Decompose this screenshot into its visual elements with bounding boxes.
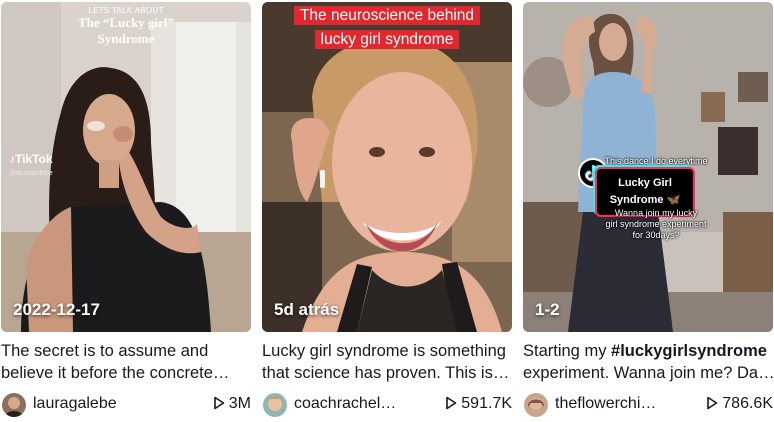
caption-line: Starting my #luckygirlsyndrome — [523, 340, 773, 362]
overlay-line: for 30days? — [632, 230, 680, 240]
caption-text: Starting my — [523, 342, 612, 360]
video-caption[interactable]: Lucky girl syndrome is something that sc… — [262, 340, 512, 384]
video-meta: theflowerchi… 786.6K — [523, 392, 773, 418]
video-date: 2022-12-17 — [13, 300, 100, 319]
video-thumbnail[interactable]: LETS TALK ABOUT The “Lucky girl” Syndrom… — [1, 2, 251, 332]
overlay-line: girl syndrome experiment — [605, 219, 707, 229]
video-thumbnail[interactable]: This dance I do everytime Lucky Girl Syn… — [523, 2, 773, 332]
video-card[interactable]: LETS TALK ABOUT The “Lucky girl” Syndrom… — [1, 0, 251, 422]
play-icon — [213, 396, 225, 410]
video-meta: coachrachel… 591.7K — [262, 392, 512, 418]
view-count: 3M — [213, 395, 251, 413]
overlay-title: The “Lucky girl” Syndrome — [1, 15, 251, 47]
caption-line: experiment. Wanna join me? Da… — [523, 364, 773, 382]
sticker-line: Lucky Girl — [618, 177, 672, 189]
video-caption[interactable]: Starting my #luckygirlsyndrome experimen… — [523, 340, 773, 384]
overlay-title-line: Syndrome — [97, 31, 155, 46]
view-count-text: 3M — [228, 395, 251, 412]
view-count: 591.7K — [446, 395, 512, 413]
overlay-subtitle: LETS TALK ABOUT — [88, 6, 164, 15]
author-name[interactable]: coachrachel… — [294, 395, 396, 413]
caption-line: The secret is to assume and — [1, 342, 209, 360]
watermark-text: TikTok — [15, 152, 53, 166]
view-count-text: 786.6K — [722, 395, 773, 412]
sticker-line: Syndrome 🦋 — [609, 194, 681, 206]
overlay-line: Wanna join my lucky — [614, 208, 698, 218]
view-count: 786.6K — [707, 395, 773, 413]
overlay-text: Wanna join my lucky girl syndrome experi… — [571, 208, 741, 241]
author-name[interactable]: theflowerchi… — [555, 395, 656, 413]
video-date: 5d atrás — [274, 300, 340, 319]
play-icon — [446, 396, 457, 410]
caption-line: that science has proven. This is… — [262, 364, 510, 382]
caption-line: believe it before the concrete… — [1, 364, 230, 382]
overlay-title-line: lucky girl syndrome — [314, 30, 460, 49]
watermark-handle: @lauragalebe — [9, 170, 53, 177]
hashtag-link[interactable]: #luckygirlsyndrome — [611, 342, 767, 360]
video-card[interactable]: This dance I do everytime Lucky Girl Syn… — [523, 0, 773, 422]
overlay-title-line: The “Lucky girl” — [77, 15, 175, 30]
author-name[interactable]: lauragalebe — [33, 395, 117, 413]
video-card[interactable]: The neuroscience behind lucky girl syndr… — [262, 0, 512, 422]
overlay-title-line: The neuroscience behind — [293, 6, 481, 25]
thumbnail-image — [1, 2, 251, 332]
play-icon — [707, 396, 718, 410]
avatar[interactable] — [2, 393, 26, 417]
view-count-text: 591.7K — [461, 395, 512, 412]
avatar[interactable] — [263, 393, 287, 417]
overlay-title: The neuroscience behind lucky girl syndr… — [284, 4, 490, 52]
video-caption[interactable]: The secret is to assume and believe it b… — [1, 340, 251, 384]
avatar[interactable] — [524, 393, 548, 417]
caption-line: Lucky girl syndrome is something — [262, 342, 506, 360]
video-date: 1-2 — [535, 300, 560, 319]
video-meta: lauragalebe 3M — [1, 392, 251, 418]
video-thumbnail[interactable]: The neuroscience behind lucky girl syndr… — [262, 2, 512, 332]
tiktok-watermark: ♪TikTok — [9, 152, 53, 166]
